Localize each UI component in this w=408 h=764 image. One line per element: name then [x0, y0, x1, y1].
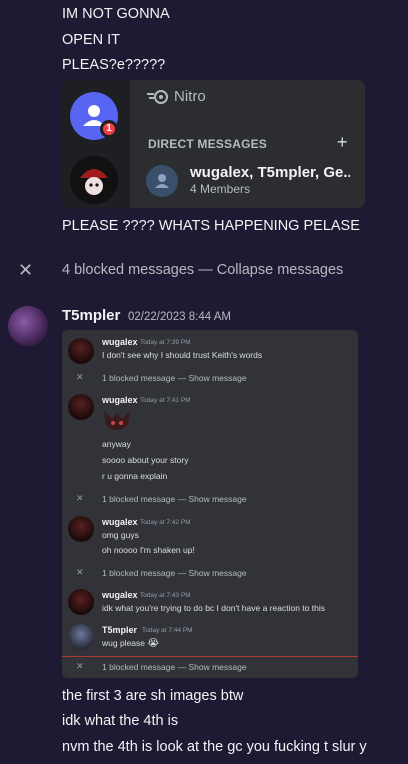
- message-text: anyway: [102, 439, 131, 449]
- attached-image-1[interactable]: 1 Nitro DIRECT MESSAGES + wugalex, T5mpl…: [62, 80, 365, 208]
- message-line-1: IM NOT GONNA: [62, 6, 170, 22]
- message-line-2: OPEN IT: [62, 32, 121, 48]
- message-timestamp: 02/22/2023 8:44 AM: [128, 311, 231, 323]
- avatar: [68, 338, 94, 364]
- avatar: [68, 516, 94, 542]
- group-dm-avatar: [146, 165, 178, 197]
- message-line-6: idk what the 4th is: [62, 713, 179, 729]
- close-icon[interactable]: ✕: [18, 260, 33, 281]
- avatar: [68, 624, 94, 650]
- message-text: I don't see why I should trust Keith's w…: [102, 350, 263, 360]
- author-name: wugalex: [102, 517, 138, 527]
- close-icon: ✕: [76, 493, 84, 503]
- close-icon: ✕: [76, 661, 84, 671]
- attached-image-2[interactable]: wugalex Today at 7:39 PM I don't see why…: [62, 330, 358, 678]
- avatar: [68, 394, 94, 420]
- message-text: idk what you're trying to do bc I don't …: [102, 603, 325, 613]
- sticker-image: [104, 411, 130, 430]
- author-name: wugalex: [102, 395, 138, 405]
- message-text: oh noooo I'm shaken up!: [102, 545, 195, 555]
- time: Today at 7:42 PM: [140, 519, 191, 526]
- message-text: soooo about your story: [102, 455, 189, 465]
- avatar: [68, 589, 94, 615]
- close-icon: ✕: [76, 567, 84, 577]
- plus-icon: +: [337, 132, 348, 152]
- group-icon: [155, 174, 169, 188]
- blocked-message: 1 blocked message — Show message: [102, 494, 247, 504]
- blocked-count-text: 4 blocked messages —: [62, 262, 217, 278]
- message-author[interactable]: T5mpler: [62, 307, 120, 324]
- blocked-message: 1 blocked message — Show message: [102, 662, 247, 672]
- time: Today at 7:39 PM: [140, 339, 191, 346]
- message-line-5: the first 3 are sh images btw: [62, 688, 244, 704]
- message-text: omg guys: [102, 530, 139, 540]
- server-icon: [70, 156, 118, 204]
- collapse-messages-link[interactable]: Collapse messages: [217, 262, 344, 278]
- avatar[interactable]: [8, 306, 48, 346]
- blocked-messages-bar: ✕ 4 blocked messages — Collapse messages: [0, 260, 408, 282]
- message-line-4: PLEASE ???? WHATS HAPPENING PELASE: [62, 218, 360, 234]
- time: Today at 7:41 PM: [140, 397, 191, 404]
- nitro-label: Nitro: [174, 88, 206, 105]
- unread-divider: [62, 656, 358, 657]
- direct-messages-header: DIRECT MESSAGES: [148, 137, 268, 151]
- author-name: wugalex: [102, 337, 138, 347]
- group-dm-members: 4 Members: [190, 182, 251, 196]
- message-line-3: PLEAS?e?????: [62, 57, 166, 73]
- author-name: T5mpler: [102, 625, 138, 635]
- crying-emoji-icon: 😭: [147, 638, 160, 649]
- blocked-message: 1 blocked message — Show message: [102, 568, 247, 578]
- blocked-message: 1 blocked message — Show message: [102, 373, 247, 383]
- notification-badge: 1: [100, 120, 118, 138]
- time: Today at 7:43 PM: [140, 592, 191, 599]
- message-text: r u gonna explain: [102, 471, 168, 481]
- author-name: wugalex: [102, 590, 138, 600]
- message-text: wug please: [102, 638, 146, 648]
- time: Today at 7:44 PM: [142, 627, 193, 634]
- close-icon: ✕: [76, 372, 84, 382]
- message-line-7: nvm the 4th is look at the gc you fuckin…: [62, 739, 367, 755]
- group-dm-name: wugalex, T5mpler, Ge...: [190, 164, 350, 181]
- nitro-icon: [147, 90, 168, 104]
